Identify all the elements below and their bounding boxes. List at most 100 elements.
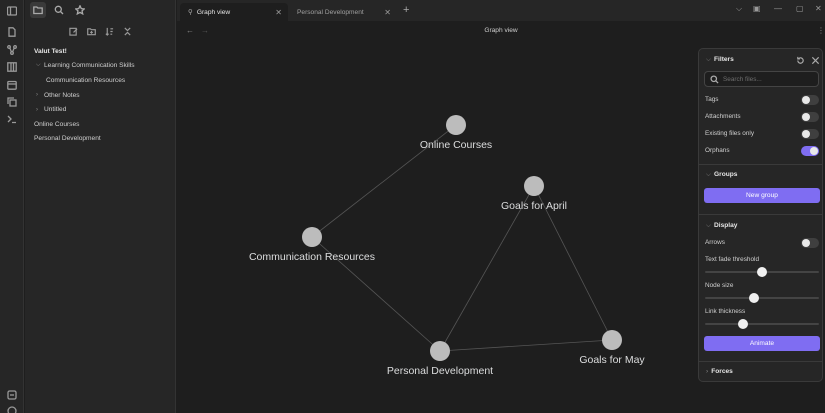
tab-bar: ⚲ Graph view ✕ Personal Development ✕ + … <box>177 0 825 21</box>
groups-header[interactable]: ⌵ Groups <box>706 171 737 179</box>
terminal-icon[interactable] <box>5 112 19 126</box>
tags-label: Tags <box>705 96 719 103</box>
tree-folder-other-notes[interactable]: › Other Notes <box>25 88 175 103</box>
minimize-icon[interactable]: — <box>774 4 782 13</box>
new-tab-plus-icon[interactable]: + <box>403 4 409 16</box>
tags-toggle[interactable] <box>801 95 819 105</box>
graph-node-personal[interactable] <box>430 341 450 361</box>
attachments-label: Attachments <box>705 113 741 120</box>
bookmark-star-icon[interactable] <box>72 2 88 18</box>
slider-track <box>705 323 819 325</box>
toggle-knob <box>802 239 810 247</box>
forces-header[interactable]: › Forces <box>706 368 733 375</box>
sort-icon[interactable] <box>104 26 114 36</box>
calendar-icon[interactable] <box>5 78 19 92</box>
node-size-slider[interactable] <box>705 293 819 303</box>
divider <box>699 361 822 362</box>
graph-edge-personal-may <box>439 339 613 352</box>
tree-file-online-courses[interactable]: Online Courses <box>25 117 175 132</box>
graph-icon: ⚲ <box>188 9 193 16</box>
maximize-icon[interactable]: ▢ <box>796 4 804 13</box>
graph-settings-panel: ⌵Filters Tags Attachments Existing files… <box>698 48 823 382</box>
filters-header[interactable]: ⌵ Filters <box>706 56 734 64</box>
text-fade-slider[interactable] <box>705 267 819 277</box>
divider <box>699 214 822 215</box>
search-icon <box>710 75 719 84</box>
vault-icon[interactable] <box>5 388 19 402</box>
tab-graph-view[interactable]: ⚲ Graph view ✕ <box>180 3 288 21</box>
copy-icon[interactable] <box>5 95 19 109</box>
arrows-label: Arrows <box>705 239 725 246</box>
attachments-toggle[interactable] <box>801 112 819 122</box>
close-icon[interactable]: ✕ <box>384 8 391 17</box>
link-thickness-slider[interactable] <box>705 319 819 329</box>
chevron-down-icon: ⌵ <box>706 222 711 229</box>
search-files-field[interactable] <box>704 71 819 87</box>
file-icon[interactable] <box>5 25 19 39</box>
chevron-down-icon: ⌵ <box>706 171 711 178</box>
animate-button[interactable]: Animate <box>704 336 820 351</box>
graph-node-label-comm: Communication Resources <box>249 251 375 263</box>
toggle-knob <box>802 130 810 138</box>
files-tab-icon[interactable] <box>30 2 46 18</box>
more-options-icon[interactable]: ⋮ <box>817 26 825 35</box>
chevron-right-icon: › <box>36 106 38 113</box>
close-icon[interactable]: ✕ <box>275 8 282 17</box>
search-icon[interactable] <box>51 2 67 18</box>
chevron-right-icon: › <box>36 92 38 99</box>
existing-files-toggle[interactable] <box>801 129 819 139</box>
display-header[interactable]: ⌵ Display <box>706 222 737 230</box>
slider-track <box>705 297 819 299</box>
toggle-knob <box>810 147 818 155</box>
tree-file-communication[interactable]: Communication Resources <box>25 73 175 88</box>
graph-node-april[interactable] <box>524 176 544 196</box>
chevron-down-icon[interactable]: ⌵ <box>736 4 742 14</box>
orphans-toggle[interactable] <box>801 146 819 156</box>
graph-canvas[interactable]: Online Courses Goals for April Communicati… <box>177 21 697 413</box>
graph-node-label-may: Goals for May <box>579 354 645 366</box>
arrows-toggle[interactable] <box>801 238 819 248</box>
toggle-knob <box>802 96 810 104</box>
graph-node-online[interactable] <box>446 115 466 135</box>
new-folder-icon[interactable] <box>86 26 96 36</box>
tab-personal-development[interactable]: Personal Development ✕ <box>289 3 397 21</box>
tree-folder-untitled[interactable]: › Untitled <box>25 102 175 117</box>
new-group-button[interactable]: New group <box>704 188 820 203</box>
text-fade-label: Text fade threshold <box>705 256 759 263</box>
graph-icon[interactable] <box>5 43 19 57</box>
tree-folder-learning[interactable]: ⌵ Learning Communication Skills <box>25 59 175 74</box>
graph-node-comm[interactable] <box>302 227 322 247</box>
graph-node-label-online: Online Courses <box>420 139 492 151</box>
node-size-label: Node size <box>705 282 734 289</box>
file-tree: Valut Test! ⌵ Learning Communication Skil… <box>25 44 175 146</box>
canvas-icon[interactable] <box>5 60 19 74</box>
chevron-right-icon: › <box>706 368 709 375</box>
slider-thumb[interactable] <box>757 267 767 277</box>
graph-node-label-personal: Personal Development <box>387 365 493 377</box>
slider-thumb[interactable] <box>749 293 760 303</box>
left-ribbon <box>0 0 24 413</box>
chevron-down-icon: ⌵ <box>36 62 41 69</box>
collapse-all-icon[interactable] <box>122 26 132 36</box>
orphans-label: Orphans <box>705 147 730 154</box>
view-title: Graph view <box>484 27 518 34</box>
tree-file-personal-development[interactable]: Personal Development <box>25 132 175 147</box>
divider <box>699 164 822 165</box>
layout-icon[interactable]: ▣ <box>753 4 761 13</box>
chevron-down-icon: ⌵ <box>706 56 711 63</box>
link-thickness-label: Link thickness <box>705 308 746 315</box>
toggle-knob <box>802 113 810 121</box>
sidebar-toggle-icon[interactable] <box>5 4 19 18</box>
new-note-icon[interactable] <box>68 26 78 36</box>
reset-icon[interactable] <box>796 56 806 66</box>
close-icon[interactable] <box>811 56 821 66</box>
existing-files-label: Existing files only <box>705 130 755 137</box>
slider-thumb[interactable] <box>737 319 748 329</box>
graph-node-label-april: Goals for April <box>501 200 567 212</box>
help-icon[interactable] <box>5 404 19 413</box>
window-close-icon[interactable]: ✕ <box>815 4 822 13</box>
file-explorer-sidebar: Valut Test! ⌵ Learning Communication Skil… <box>25 0 176 413</box>
graph-node-may[interactable] <box>602 330 622 350</box>
vault-title[interactable]: Valut Test! <box>25 44 175 59</box>
search-files-input[interactable] <box>723 74 813 85</box>
